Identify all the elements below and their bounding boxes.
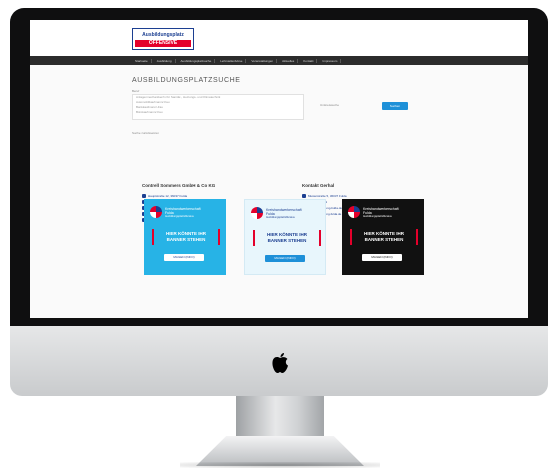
banner-button[interactable]: MAILEN (INFO): [164, 254, 204, 261]
nav-item-boerse[interactable]: Lehrstellenbörse: [217, 58, 247, 63]
nav-item-suche[interactable]: Ausbildungsplatzsuche: [178, 58, 216, 63]
screen: Ausbildungsplatz OFFENSIVE Startseite Au…: [30, 20, 528, 318]
profession-select[interactable]: Anlagenmechaniker/in für Sanitär-, Heizu…: [132, 94, 304, 120]
nav-item-kontakt[interactable]: Kontakt: [300, 58, 318, 63]
employer-name: Contrell Sommers GmbH & Co KG: [142, 183, 216, 188]
banner-subtitle: Ausbildungsplatzoffensive: [165, 215, 194, 218]
main-content: AUSBILDUNGSPLATZSUCHE Beruf Anlagenmecha…: [30, 65, 528, 318]
info-text: Musterstraße 5, 36037 Fulda: [308, 194, 347, 198]
contact-name: Kontakt Gerhal: [302, 183, 335, 188]
site-logo[interactable]: Ausbildungsplatz OFFENSIVE: [132, 28, 194, 50]
apple-logo-icon: [272, 353, 288, 373]
banner-headline: HIER KÖNNTE IHR BANNER STEHEN: [152, 229, 220, 245]
banner-title: Kreishandwerkerschaft Fulda: [363, 207, 399, 215]
info-text: Hauptstraße 12, 36037 Fulda: [148, 194, 188, 198]
banner-button[interactable]: MAILEN (INFO): [362, 254, 402, 261]
nav-item-news[interactable]: Aktuelles: [279, 58, 299, 63]
distance-field[interactable]: Umkreissuche: [320, 101, 360, 109]
logo-line-1: Ausbildungsplatz: [142, 32, 184, 38]
banner-title: Kreishandwerkerschaft Fulda: [266, 208, 302, 216]
banner-blue[interactable]: Kreishandwerkerschaft Fulda Ausbildungspl…: [144, 199, 226, 275]
banner-headline: HIER KÖNNTE IHR BANNER STEHEN: [253, 230, 321, 246]
select-option[interactable]: Bürokaufmann/-frau: [133, 110, 303, 115]
nav-item-ausbildung[interactable]: Ausbildung: [154, 58, 176, 63]
banner-headline: HIER KÖNNTE IHR BANNER STEHEN: [350, 229, 418, 245]
banner-subtitle: Ausbildungsplatzoffensive: [266, 216, 295, 219]
info-row: Musterstraße 5, 36037 Fulda: [302, 194, 347, 198]
kreishandwerkerschaft-logo-icon: [348, 206, 360, 218]
filter-label: Beruf: [132, 89, 140, 93]
search-button[interactable]: Suchen: [382, 102, 408, 110]
banner-subtitle: Ausbildungsplatzoffensive: [363, 215, 392, 218]
kreishandwerkerschaft-logo-icon: [150, 206, 162, 218]
nav-item-events[interactable]: Veranstaltungen: [248, 58, 278, 63]
info-row: Hauptstraße 12, 36037 Fulda: [142, 194, 215, 198]
banner-dark[interactable]: Kreishandwerkerschaft Fulda Ausbildungspl…: [342, 199, 424, 275]
site-header: Ausbildungsplatz OFFENSIVE: [30, 20, 528, 56]
nav-item-start[interactable]: Startseite: [132, 58, 152, 63]
page-title: AUSBILDUNGSPLATZSUCHE: [132, 77, 241, 84]
imac-stand-neck: [236, 396, 324, 436]
kreishandwerkerschaft-logo-icon: [251, 207, 263, 219]
nav-item-impressum[interactable]: Impressum: [319, 58, 342, 63]
banner-button[interactable]: MAILEN (INFO): [265, 255, 305, 262]
banner-light[interactable]: Kreishandwerkerschaft Fulda Ausbildungspl…: [244, 199, 326, 275]
home-icon: [142, 194, 146, 198]
main-navigation: Startseite Ausbildung Ausbildungsplatzsu…: [30, 56, 528, 65]
banner-title: Kreishandwerkerschaft Fulda: [165, 207, 201, 215]
stand-shadow: [180, 462, 380, 468]
home-icon: [302, 194, 306, 198]
logo-line-2: OFFENSIVE: [135, 40, 191, 47]
reset-search-link[interactable]: Suche zurücksetzen: [132, 131, 159, 135]
